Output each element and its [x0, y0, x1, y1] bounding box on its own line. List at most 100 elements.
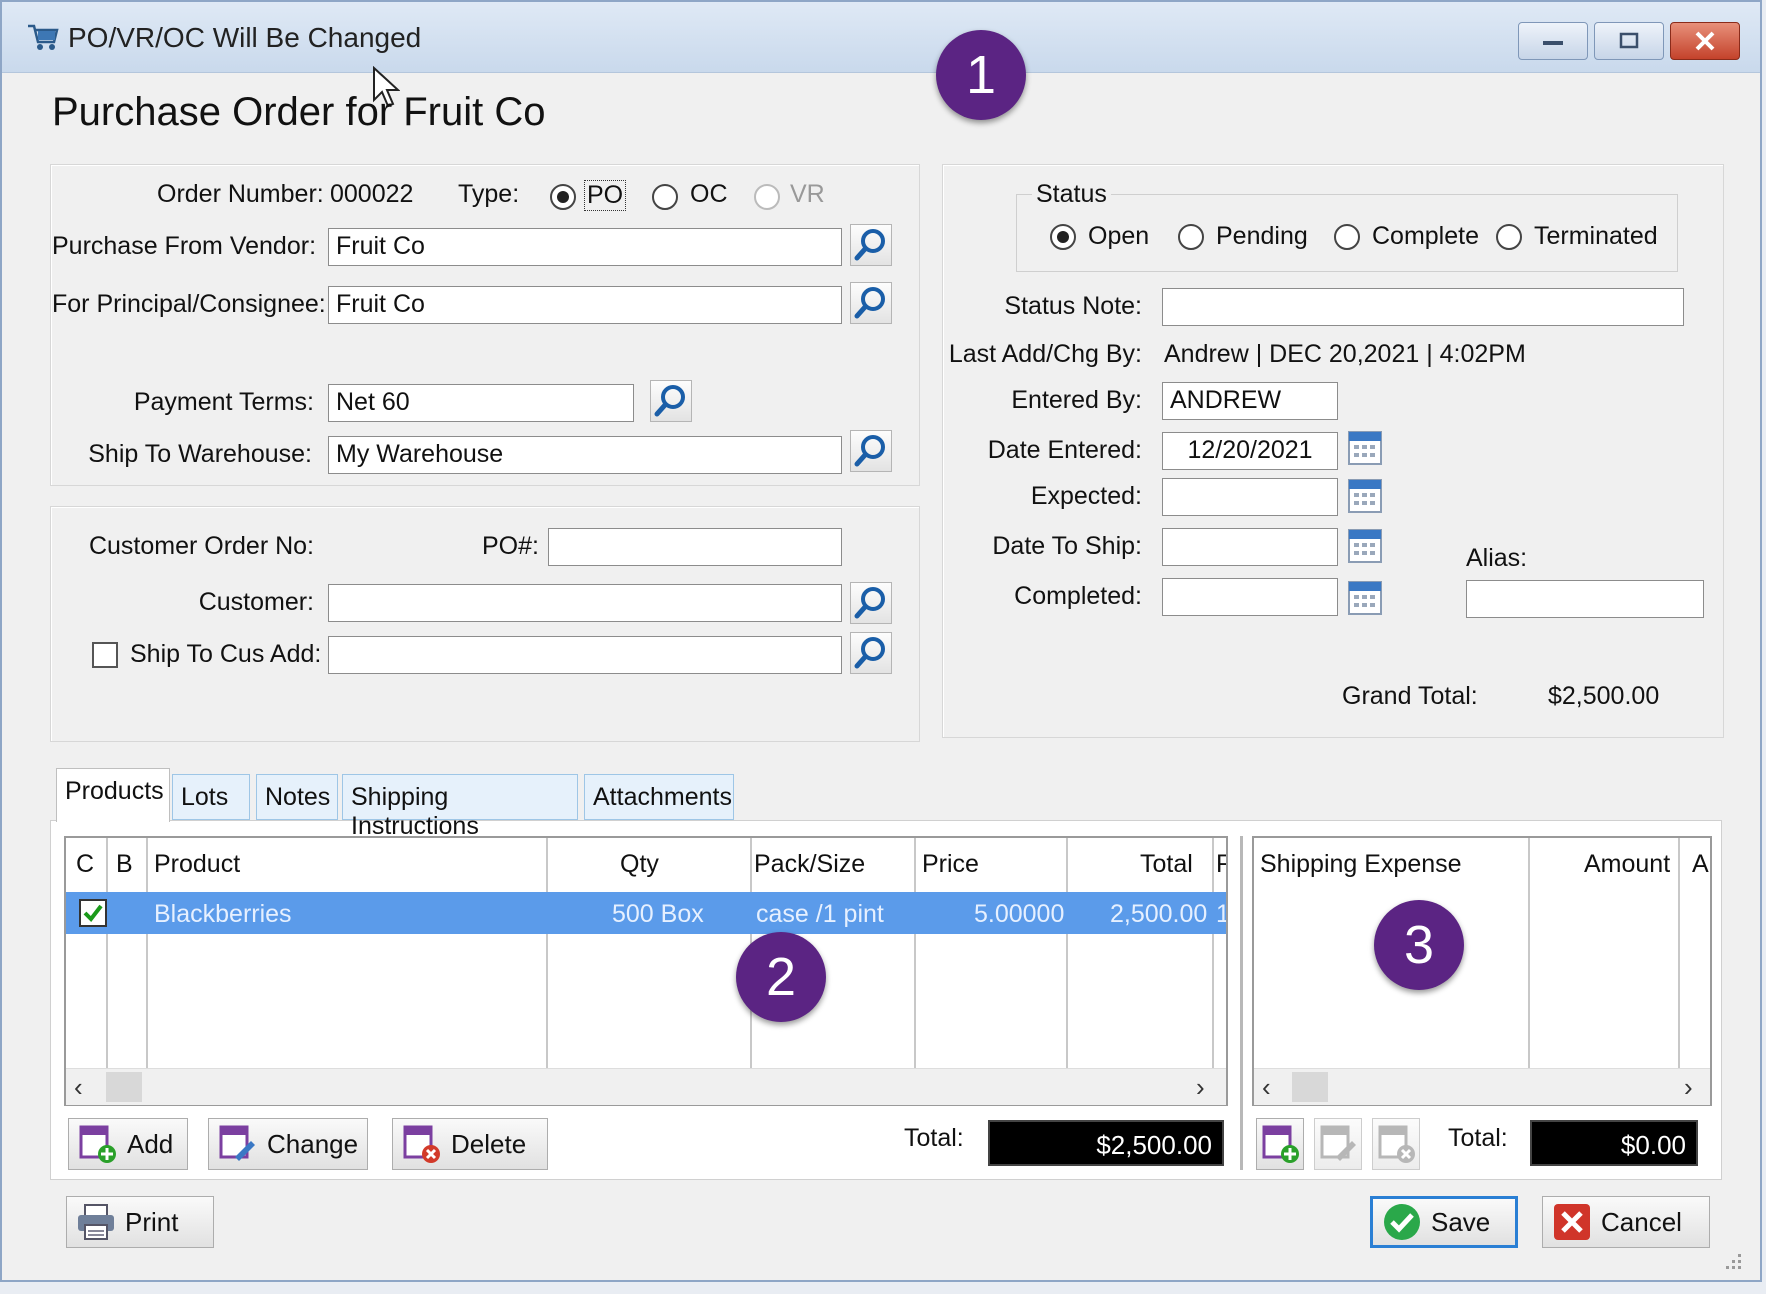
- column-header-pack-size[interactable]: Pack/Size: [754, 850, 865, 879]
- cancel-label: Cancel: [1601, 1206, 1682, 1237]
- po-number-input[interactable]: [548, 528, 842, 566]
- date-entered-input[interactable]: 12/20/2021: [1162, 432, 1338, 470]
- tab-shipping-instructions[interactable]: Shipping Instructions: [342, 774, 578, 840]
- scroll-left-icon[interactable]: ‹: [1262, 1072, 1271, 1103]
- search-icon: [854, 587, 885, 619]
- calendar-icon[interactable]: [1348, 526, 1382, 564]
- column-header-price[interactable]: Price: [922, 850, 979, 879]
- calendar-icon[interactable]: [1348, 476, 1382, 514]
- date-to-ship-label: Date To Ship:: [992, 532, 1142, 560]
- date-to-ship-input[interactable]: [1162, 528, 1338, 566]
- close-button[interactable]: [1670, 22, 1740, 60]
- status-radio-complete[interactable]: [1334, 224, 1360, 250]
- warehouse-search-button[interactable]: [850, 430, 892, 472]
- delete-product-button[interactable]: Delete: [392, 1118, 548, 1170]
- type-radio-oc-label[interactable]: OC: [690, 180, 728, 209]
- search-icon: [854, 637, 885, 669]
- shipping-total-label: Total:: [1448, 1124, 1508, 1152]
- minimize-button[interactable]: [1518, 22, 1588, 60]
- print-button[interactable]: Print: [66, 1196, 214, 1248]
- scroll-left-icon[interactable]: ‹: [74, 1072, 83, 1103]
- ship-to-cus-checkbox[interactable]: [92, 642, 118, 668]
- customer-label: Customer:: [198, 588, 314, 616]
- row-product: Blackberries: [154, 900, 292, 928]
- principal-search-button[interactable]: [850, 282, 892, 324]
- calendar-icon[interactable]: [1348, 578, 1382, 616]
- scrollbar-thumb[interactable]: [106, 1072, 142, 1102]
- alias-label: Alias:: [1466, 544, 1528, 572]
- status-radio-open-label[interactable]: Open: [1088, 222, 1149, 251]
- delete-shipping-button: [1372, 1118, 1420, 1170]
- search-icon: [654, 385, 685, 417]
- cancel-button[interactable]: Cancel: [1542, 1196, 1710, 1248]
- tab-lots[interactable]: Lots: [172, 774, 250, 820]
- scroll-right-icon[interactable]: ›: [1684, 1072, 1693, 1103]
- ship-to-cus-search-button[interactable]: [850, 632, 892, 674]
- customer-input[interactable]: [328, 584, 842, 622]
- vendor-input[interactable]: Fruit Co: [328, 228, 842, 266]
- column-header-shipping-expense[interactable]: Shipping Expense: [1260, 850, 1462, 879]
- alias-input[interactable]: [1466, 580, 1704, 618]
- maximize-icon: [1619, 32, 1639, 49]
- status-radio-terminated-label[interactable]: Terminated: [1534, 222, 1658, 251]
- entered-by-input[interactable]: ANDREW: [1162, 382, 1338, 420]
- callout-badge-2: 2: [736, 932, 826, 1022]
- column-header-b[interactable]: B: [116, 850, 133, 879]
- add-label: Add: [127, 1128, 174, 1159]
- ship-to-cus-input[interactable]: [328, 636, 842, 674]
- customer-search-button[interactable]: [850, 582, 892, 624]
- status-radio-pending-label[interactable]: Pending: [1216, 222, 1308, 251]
- principal-input[interactable]: Fruit Co: [328, 286, 842, 324]
- order-number-label: Order Number:: [157, 180, 324, 208]
- search-icon: [854, 287, 885, 319]
- tab-notes[interactable]: Notes: [256, 774, 338, 820]
- products-total-value: $2,500.00: [988, 1120, 1224, 1166]
- add-shipping-button[interactable]: [1256, 1118, 1304, 1170]
- status-radio-terminated[interactable]: [1496, 224, 1522, 250]
- warehouse-input[interactable]: My Warehouse: [328, 436, 842, 474]
- cart-icon: [28, 24, 59, 50]
- column-header-f[interactable]: F: [1216, 850, 1226, 879]
- minimize-icon: [1543, 41, 1563, 45]
- column-header-qty[interactable]: Qty: [620, 850, 659, 879]
- products-total-label: Total:: [904, 1124, 964, 1152]
- change-product-button[interactable]: Change: [208, 1118, 368, 1170]
- vendor-search-button[interactable]: [850, 224, 892, 266]
- save-button[interactable]: Save: [1370, 1196, 1518, 1248]
- status-note-input[interactable]: [1162, 288, 1684, 326]
- status-radio-complete-label[interactable]: Complete: [1372, 222, 1479, 251]
- column-header-total[interactable]: Total: [1140, 850, 1193, 879]
- status-radio-pending[interactable]: [1178, 224, 1204, 250]
- resize-grip-icon[interactable]: [1718, 1246, 1744, 1272]
- column-header-amount[interactable]: Amount: [1584, 850, 1670, 879]
- change-label: Change: [267, 1128, 359, 1159]
- completed-input[interactable]: [1162, 578, 1338, 616]
- expected-input[interactable]: [1162, 478, 1338, 516]
- scroll-right-icon[interactable]: ›: [1196, 1072, 1205, 1103]
- tab-products[interactable]: Products: [56, 768, 170, 822]
- payment-terms-search-button[interactable]: [650, 380, 692, 422]
- grand-total-label: Grand Total:: [1342, 682, 1478, 710]
- delete-label: Delete: [451, 1128, 527, 1159]
- payment-terms-input[interactable]: Net 60: [328, 384, 634, 422]
- status-radio-open[interactable]: [1050, 224, 1076, 250]
- type-radio-po-label[interactable]: PO: [584, 180, 627, 211]
- date-entered-label: Date Entered:: [987, 436, 1142, 464]
- products-horizontal-scrollbar[interactable]: [66, 1068, 1226, 1105]
- checkmark-icon[interactable]: [78, 898, 108, 928]
- tab-attachments[interactable]: Attachments: [584, 774, 734, 820]
- change-shipping-button: [1314, 1118, 1362, 1170]
- column-header-product[interactable]: Product: [154, 850, 240, 879]
- column-header-a[interactable]: A: [1692, 850, 1710, 879]
- maximize-button[interactable]: [1594, 22, 1664, 60]
- type-radio-oc[interactable]: [652, 184, 678, 210]
- add-row-icon: [1262, 1125, 1299, 1163]
- scrollbar-thumb[interactable]: [1292, 1072, 1328, 1102]
- type-radio-po[interactable]: [550, 184, 576, 210]
- column-header-c[interactable]: C: [76, 850, 94, 879]
- entered-by-label: Entered By:: [1011, 386, 1142, 414]
- calendar-icon[interactable]: [1348, 428, 1382, 466]
- add-product-button[interactable]: Add: [68, 1118, 188, 1170]
- splitter[interactable]: [1240, 836, 1243, 1170]
- ship-to-cus-label: Ship To Cus Add:: [130, 640, 322, 668]
